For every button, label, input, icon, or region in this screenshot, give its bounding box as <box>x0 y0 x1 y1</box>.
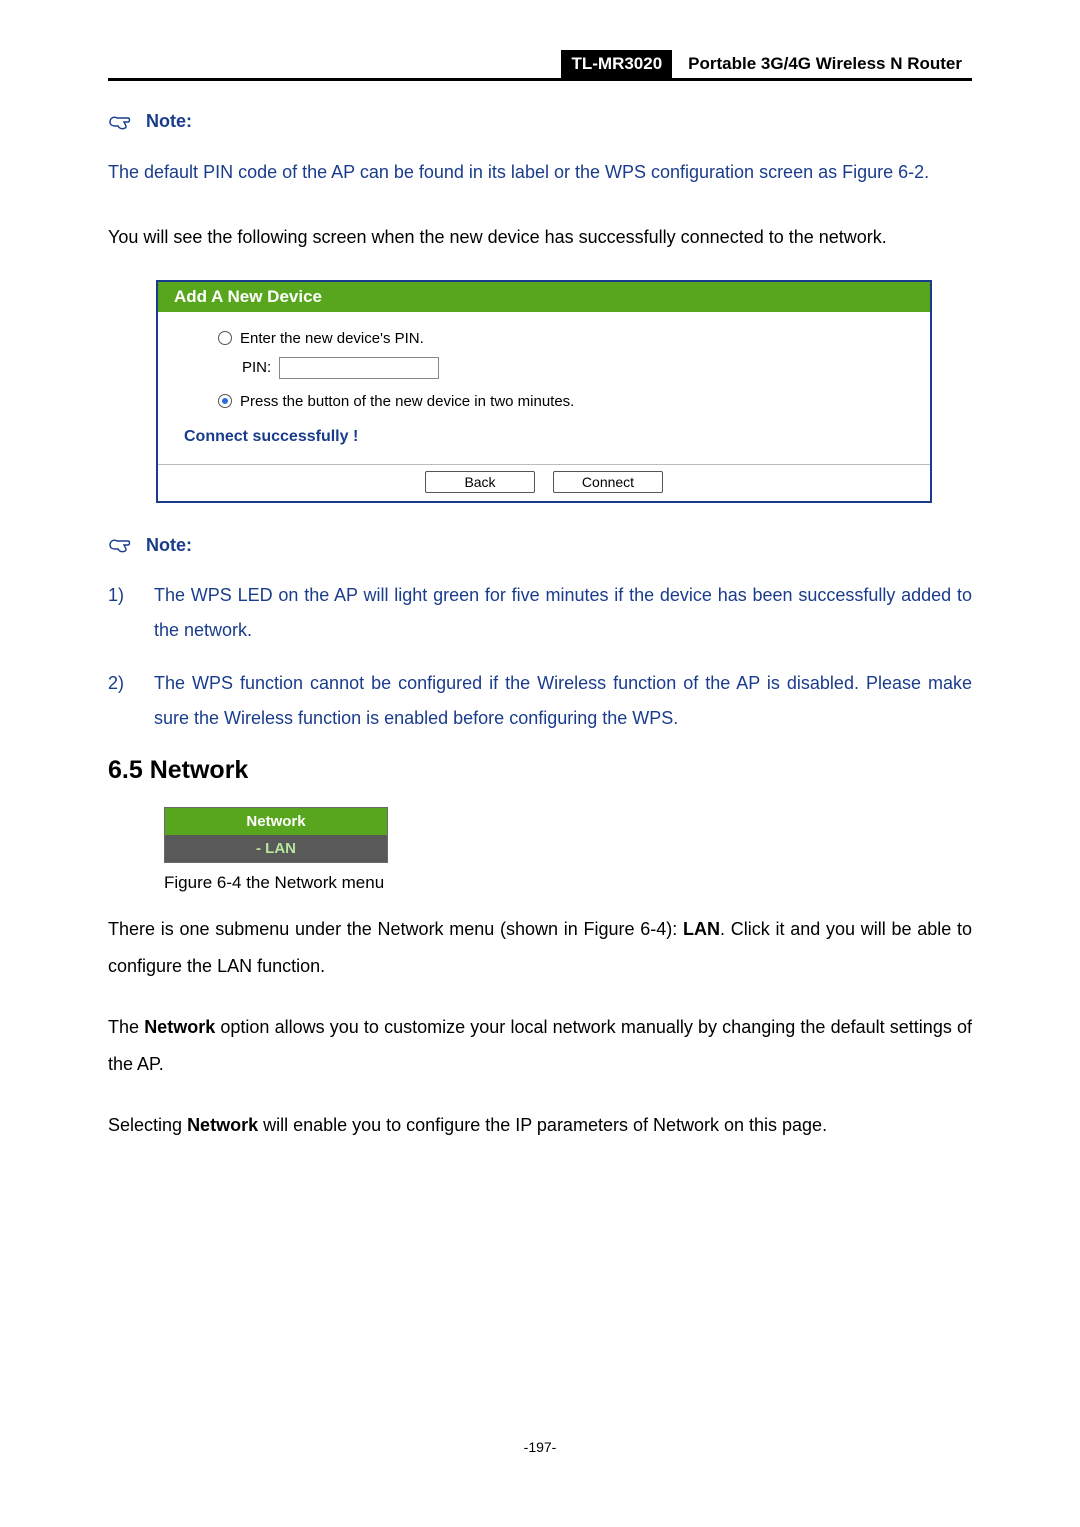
radio-unselected-icon <box>218 331 232 345</box>
menu-item-lan[interactable]: - LAN <box>165 835 387 862</box>
paragraph-submenu: There is one submenu under the Network m… <box>108 911 972 985</box>
panel-title: Add A New Device <box>158 282 930 312</box>
status-message: Connect successfully ! <box>184 428 910 446</box>
section-heading: 6.5 Network <box>108 756 972 785</box>
intro-paragraph: You will see the following screen when t… <box>108 219 972 256</box>
page-number: -197- <box>0 1439 1080 1455</box>
figure-caption: Figure 6-4 the Network menu <box>164 873 972 893</box>
text-fragment: Selecting <box>108 1115 187 1135</box>
text-fragment: option allows you to customize your loca… <box>108 1017 972 1074</box>
list-item: 1) The WPS LED on the AP will light gree… <box>108 578 972 648</box>
pin-input[interactable] <box>279 357 439 379</box>
option-enter-pin[interactable]: Enter the new device's PIN. <box>218 330 910 347</box>
list-number: 2) <box>108 666 134 736</box>
note-label: Note: <box>146 111 192 132</box>
bold-network: Network <box>187 1115 258 1135</box>
option-press-button[interactable]: Press the button of the new device in tw… <box>218 393 910 410</box>
list-text: The WPS LED on the AP will light green f… <box>154 578 972 648</box>
add-device-panel: Add A New Device Enter the new device's … <box>156 280 932 503</box>
option-press-button-label: Press the button of the new device in tw… <box>240 393 574 410</box>
network-menu: Network - LAN <box>164 807 388 863</box>
bold-lan: LAN <box>683 919 720 939</box>
note-label: Note: <box>146 535 192 556</box>
radio-selected-icon <box>218 394 232 408</box>
text-fragment: The <box>108 1017 144 1037</box>
list-item: 2) The WPS function cannot be configured… <box>108 666 972 736</box>
note-2-list: 1) The WPS LED on the AP will light gree… <box>108 578 972 736</box>
network-menu-figure: Network - LAN <box>164 807 972 863</box>
pin-row: PIN: <box>242 357 910 379</box>
menu-head-network[interactable]: Network <box>165 808 387 835</box>
back-button[interactable]: Back <box>425 471 535 493</box>
option-enter-pin-label: Enter the new device's PIN. <box>240 330 424 347</box>
pin-label: PIN: <box>242 359 271 376</box>
note-1-text: The default PIN code of the AP can be fo… <box>108 154 972 191</box>
text-fragment: There is one submenu under the Network m… <box>108 919 683 939</box>
panel-footer: Back Connect <box>158 464 930 501</box>
pointing-hand-icon <box>108 536 132 554</box>
model-number: TL-MR3020 <box>561 50 672 78</box>
note-heading-1: Note: <box>108 111 972 132</box>
connect-button[interactable]: Connect <box>553 471 663 493</box>
text-fragment: will enable you to configure the IP para… <box>258 1115 827 1135</box>
list-number: 1) <box>108 578 134 648</box>
list-text: The WPS function cannot be configured if… <box>154 666 972 736</box>
bold-network: Network <box>144 1017 215 1037</box>
paragraph-selecting-network: Selecting Network will enable you to con… <box>108 1107 972 1144</box>
document-header: TL-MR3020 Portable 3G/4G Wireless N Rout… <box>108 50 972 81</box>
pointing-hand-icon <box>108 113 132 131</box>
paragraph-network-option: The Network option allows you to customi… <box>108 1009 972 1083</box>
product-title: Portable 3G/4G Wireless N Router <box>672 50 972 78</box>
note-heading-2: Note: <box>108 535 972 556</box>
